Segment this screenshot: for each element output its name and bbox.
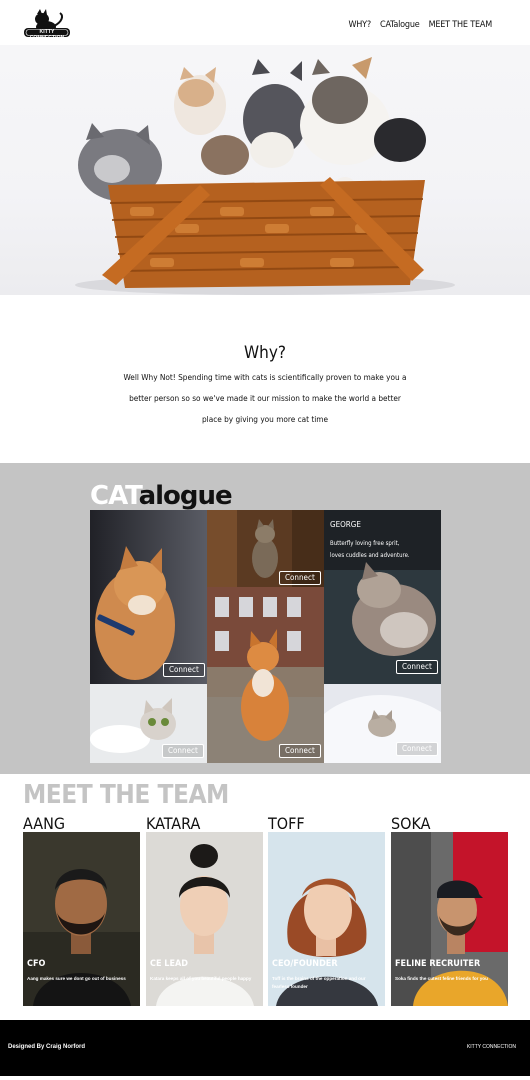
cat-card-george: GEORGE Butterfly loving free sprit, love… bbox=[324, 510, 441, 684]
bottom-strip bbox=[0, 1076, 530, 1080]
member-photo-aang: CFO Aang makes sure we dont go out of bu… bbox=[23, 832, 140, 1006]
connect-button[interactable]: Connect bbox=[162, 744, 204, 758]
cat-card-surprised-cat: Connect bbox=[90, 684, 207, 763]
member-name: KATARA bbox=[146, 814, 201, 833]
cat-name-george: GEORGE bbox=[330, 520, 361, 529]
footer-brand[interactable]: KITTY CONNECTION bbox=[467, 1044, 516, 1050]
catalogue-title-alogue: alogue bbox=[138, 481, 233, 511]
member-photo-soka: FELINE RECRUITER Soka finds the cutest f… bbox=[391, 832, 508, 1006]
nav-link-meet-the-team[interactable]: MEET THE TEAM bbox=[429, 20, 493, 30]
member-name: TOFF bbox=[268, 814, 305, 833]
member-role: CEO/FOUNDER bbox=[272, 959, 338, 969]
connect-button[interactable]: Connect bbox=[396, 742, 438, 756]
member-description: Aang makes sure we dont go out of busine… bbox=[27, 976, 126, 981]
footer: Designed By Craig Norford KITTY CONNECTI… bbox=[0, 1020, 530, 1076]
catalogue-section: CATalogue Connect Connect GEORGE Butterf… bbox=[0, 463, 530, 774]
connect-button[interactable]: Connect bbox=[396, 660, 438, 674]
catalogue-title-cat: CAT bbox=[90, 481, 140, 511]
connect-button[interactable]: Connect bbox=[279, 744, 321, 758]
why-section: Why? Well Why Not! Spending time with ca… bbox=[0, 295, 530, 463]
cat-description-george: Butterfly loving free sprit, loves cuddl… bbox=[330, 540, 410, 559]
team-section: MEET THE TEAM AANG CFO Aang makes sure w… bbox=[0, 774, 530, 1020]
footer-credit: Designed By Craig Norford bbox=[8, 1044, 86, 1050]
logo-text: KITTY CONNECTION bbox=[29, 29, 65, 41]
member-role: CFO bbox=[27, 959, 46, 969]
nav-link-why[interactable]: WHY? bbox=[348, 20, 371, 30]
connect-button[interactable]: Connect bbox=[279, 571, 321, 585]
team-title: MEET THE TEAM bbox=[23, 780, 229, 810]
cat-card-standing-cat: Connect bbox=[207, 510, 324, 587]
nav-link-catalogue[interactable]: CATalogue bbox=[380, 20, 420, 30]
member-role: FELINE RECRUITER bbox=[395, 959, 481, 969]
why-heading: Why? bbox=[244, 343, 286, 363]
member-name: AANG bbox=[23, 814, 66, 833]
member-description: Katara keeps all of you beautiful people… bbox=[150, 976, 252, 981]
cat-card-street-ginger: Connect bbox=[207, 587, 324, 763]
connect-button[interactable]: Connect bbox=[163, 663, 205, 677]
hero-image-kittens-in-basket bbox=[0, 45, 530, 295]
kitty-connection-logo[interactable]: KITTY CONNECTION bbox=[22, 8, 72, 46]
member-photo-toff: CEO/FOUNDER Toff is the brains of the op… bbox=[268, 832, 385, 1006]
member-name: SOKA bbox=[391, 814, 431, 833]
why-body: Well Why Not! Spending time with cats is… bbox=[123, 372, 407, 424]
cat-card-ginger-collar: Connect bbox=[90, 510, 207, 684]
cat-grid: Connect Connect GEORGE Butterfly loving … bbox=[90, 510, 441, 763]
member-description: Soka finds the cutest feline friends for… bbox=[395, 976, 488, 981]
cat-card-blanket-cat: Connect bbox=[324, 684, 441, 763]
member-photo-katara: CE LEAD Katara keeps all of you beautifu… bbox=[146, 832, 263, 1006]
member-role: CE LEAD bbox=[150, 959, 188, 969]
catalogue-title: CATalogue bbox=[90, 481, 233, 511]
member-description: Toff is the brains of the opperation and… bbox=[272, 976, 366, 989]
